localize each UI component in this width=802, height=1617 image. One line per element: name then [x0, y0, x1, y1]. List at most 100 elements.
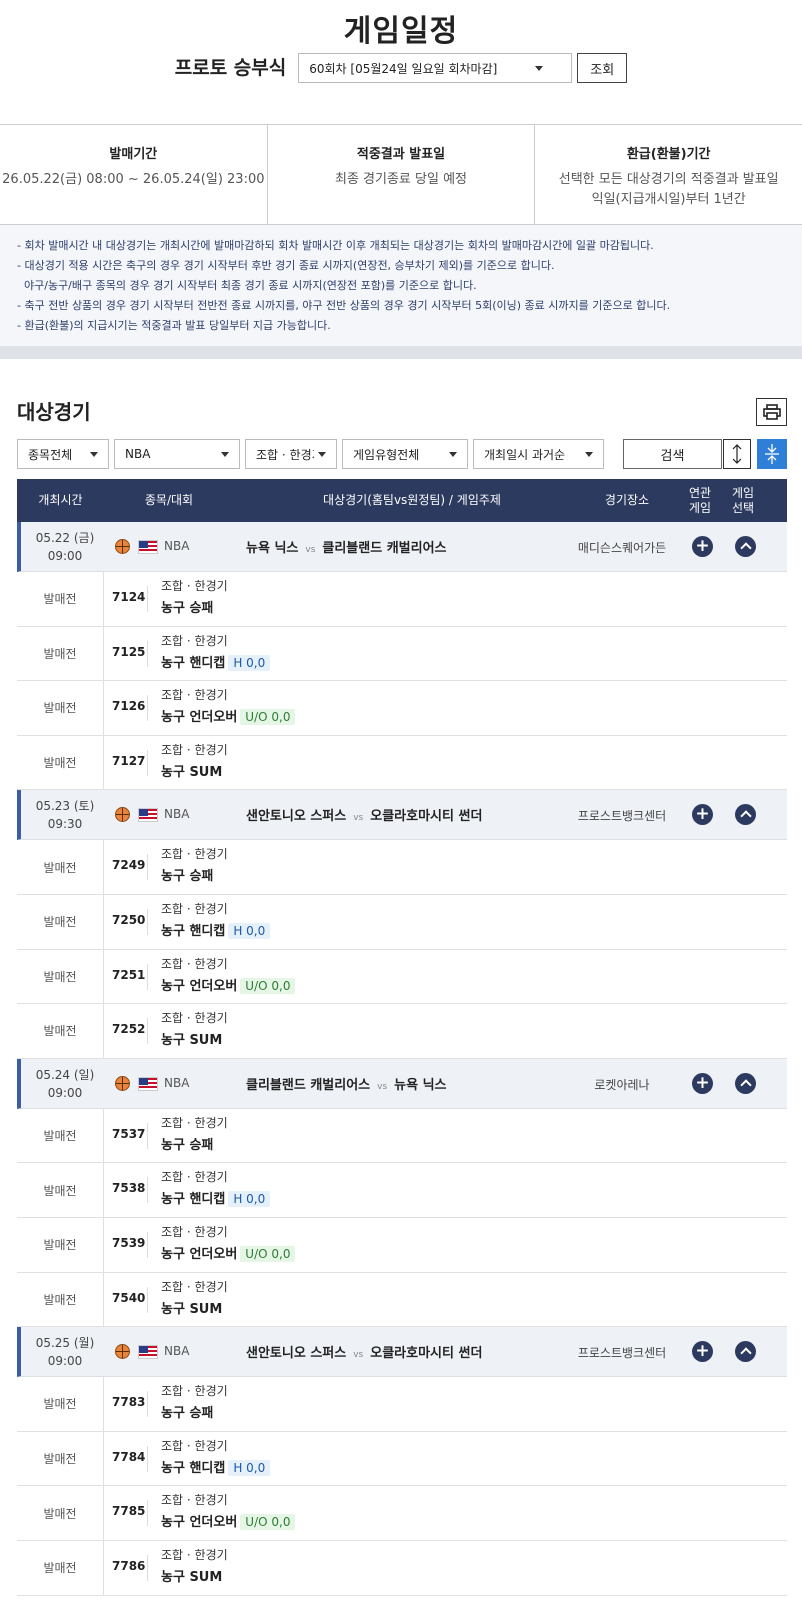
- game-match: 샌안토니오 스퍼스 vs 오클라호마시티 썬더: [246, 805, 482, 824]
- bet-row[interactable]: 발매전 7783 조합 · 한경기 농구 승패: [17, 1377, 787, 1432]
- basketball-icon: [115, 807, 130, 823]
- bet-type: 조합 · 한경기: [161, 901, 228, 916]
- bet-name: 농구 핸디캡: [161, 655, 226, 671]
- search-button[interactable]: 검색: [623, 439, 722, 469]
- game-row[interactable]: 05.22 (금) 09:00 NBA 뉴욕 닉스 vs 클리블랜드 캐벌리어스 매디슨스퀘…: [17, 522, 787, 572]
- vs-label: vs: [305, 545, 316, 555]
- bet-number: 7126: [112, 699, 146, 714]
- game-row[interactable]: 05.23 (토) 09:30 NBA 샌안토니오 스퍼스 vs 오클라호마시티 썬더 프로…: [17, 790, 787, 841]
- related-game-plus-icon[interactable]: +: [692, 1341, 713, 1363]
- lookup-button[interactable]: 조회: [577, 53, 628, 83]
- chevron-up-icon[interactable]: [735, 804, 756, 826]
- notice-box: - 회차 발매시간 내 대상경기는 개최시간에 발매마감하되 회차 발매시간 이…: [0, 225, 802, 346]
- bet-name-wrap: 농구 핸디캡 H 0,0: [161, 1457, 271, 1476]
- bet-divider: [147, 1231, 148, 1258]
- related-game-plus-icon[interactable]: +: [692, 804, 713, 826]
- round-select[interactable]: 60회차 [05월24일 일요일 회차마감]: [298, 53, 573, 83]
- bet-row[interactable]: 발매전 7124 조합 · 한경기 농구 승패: [17, 572, 787, 627]
- vs-label: vs: [353, 1350, 364, 1361]
- expand-all-button[interactable]: [723, 439, 751, 469]
- notice-line: - 축구 전반 상품의 경우 경기 시작부터 전반전 종료 시까지를, 야구 전…: [17, 299, 671, 312]
- game-row[interactable]: 05.24 (일) 09:00 NBA 클리블랜드 캐벌리어스 vs 뉴욕 닉스 로켓아레나…: [17, 1058, 787, 1109]
- bet-number: 7124: [112, 590, 146, 604]
- bet-row[interactable]: 발매전 7249 조합 · 한경기 농구 승패: [17, 840, 787, 895]
- bet-row[interactable]: 발매전 7784 조합 · 한경기 농구 핸디캡 H 0,0: [17, 1431, 787, 1487]
- bet-row[interactable]: 발매전 7127 조합 · 한경기 농구 SUM: [17, 735, 787, 791]
- collapse-all-button[interactable]: [757, 439, 787, 469]
- bet-name-wrap: 농구 핸디캡 H 0,0: [161, 920, 271, 939]
- bet-divider: [147, 1177, 148, 1204]
- bet-row[interactable]: 발매전 7250 조합 · 한경기 농구 핸디캡 H 0,0: [17, 894, 787, 950]
- bet-name-wrap: 농구 언더오버 U/O 0,0: [161, 1511, 296, 1531]
- sport-filter-select[interactable]: 종목전체: [17, 439, 109, 469]
- bet-status: 발매전: [17, 1108, 104, 1163]
- game-type-filter-value: 게임유형전체: [353, 447, 420, 462]
- bet-number: 7252: [112, 1022, 146, 1037]
- bet-row[interactable]: 발매전 7252 조합 · 한경기 농구 SUM: [17, 1004, 787, 1059]
- chevron-up-icon[interactable]: [735, 1072, 756, 1094]
- bet-number: 7539: [112, 1235, 146, 1250]
- bet-row[interactable]: 발매전 7538 조합 · 한경기 농구 핸디캡 H 0,0: [17, 1163, 787, 1218]
- game-time: 09:30: [47, 817, 83, 832]
- bet-name: 농구 승패: [161, 869, 214, 885]
- info-refund-period: 환급(환불)기간 선택한 모든 대상경기의 적중결과 발표일 익일(지급개시일)…: [534, 125, 802, 224]
- bet-row[interactable]: 발매전 7125 조합 · 한경기 농구 핸디캡 H 0,0: [17, 626, 787, 682]
- header-related-line1: 연관: [688, 485, 712, 500]
- bet-row[interactable]: 발매전 7786 조합 · 한경기 농구 SUM: [17, 1540, 787, 1596]
- vs-label: vs: [377, 1081, 388, 1092]
- bet-badge: U/O 0,0: [240, 709, 296, 726]
- bet-row[interactable]: 발매전 7539 조합 · 한경기 농구 언더오버 U/O 0,0: [17, 1217, 787, 1273]
- bet-name: 농구 핸디캡: [161, 1460, 226, 1476]
- game-time: 09:00: [47, 1085, 83, 1100]
- header-related-game: 연관 게임: [680, 479, 720, 522]
- game-date: 05.22 (금): [35, 531, 95, 545]
- away-team: 오클라호마시티 썬더: [370, 809, 483, 825]
- header-select-line1: 게임: [731, 485, 755, 500]
- bet-row[interactable]: 발매전 7126 조합 · 한경기 농구 언더오버 U/O 0,0: [17, 681, 787, 736]
- bet-type: 조합 · 한경기: [161, 579, 228, 593]
- bet-name: 농구 핸디캡: [161, 1192, 226, 1208]
- table-header: 개최시간 종목/대회 대상경기(홈팀vs원정팀) / 게임주제 경기장소 연관 …: [17, 479, 787, 522]
- round-select-value: 60회차 [05월24일 일요일 회차마감]: [309, 61, 498, 76]
- bet-row[interactable]: 발매전 7537 조합 · 한경기 농구 승패: [17, 1108, 787, 1164]
- schedule-table: 개최시간 종목/대회 대상경기(홈팀vs원정팀) / 게임주제 경기장소 연관 …: [17, 479, 787, 1596]
- info-line: 선택한 모든 대상경기의 적중결과 발표일: [558, 172, 779, 187]
- order-filter-select[interactable]: 개최일시 과거순: [473, 439, 604, 469]
- table-body: 05.22 (금) 09:00 NBA 뉴욕 닉스 vs 클리블랜드 캐벌리어스 매디슨스퀘…: [17, 522, 787, 1596]
- bet-badge: H 0,0: [228, 1191, 271, 1208]
- round-selector-row: 프로토 승부식 60회차 [05월24일 일요일 회차마감] 조회: [0, 53, 802, 83]
- bet-type: 조합 · 한경기: [161, 1384, 228, 1399]
- chevron-down-icon: [318, 451, 326, 457]
- print-button[interactable]: [756, 398, 787, 426]
- game-match: 클리블랜드 캐벌리어스 vs 뉴욕 닉스: [246, 1074, 447, 1093]
- bet-row[interactable]: 발매전 7785 조합 · 한경기 농구 언더오버 U/O 0,0: [17, 1486, 787, 1541]
- bet-number: 7783: [112, 1395, 146, 1410]
- header-sport: 종목/대회: [144, 493, 194, 507]
- league-filter-select[interactable]: NBA: [114, 439, 240, 469]
- expand-icon: [732, 444, 742, 464]
- notice-line: - 회차 발매시간 내 대상경기는 개최시간에 발매마감하되 회차 발매시간 이…: [17, 239, 654, 252]
- game-type-filter-select[interactable]: 게임유형전체: [342, 439, 468, 469]
- bet-divider: [147, 1122, 148, 1149]
- bet-row[interactable]: 발매전 7540 조합 · 한경기 농구 SUM: [17, 1272, 787, 1328]
- combo-filter-select[interactable]: 조합 · 한경기: [245, 439, 337, 469]
- related-game-plus-icon[interactable]: +: [692, 536, 713, 557]
- game-league: NBA: [164, 1075, 190, 1090]
- bet-name-wrap: 농구 언더오버 U/O 0,0: [161, 1243, 296, 1262]
- away-team: 오클라호마시티 썬더: [370, 1346, 483, 1362]
- bet-badge: H 0,0: [228, 654, 271, 671]
- bet-status: 발매전: [17, 1377, 104, 1431]
- bet-divider: [147, 908, 148, 935]
- info-line: 익일(지급개시일)부터 1년간: [591, 192, 746, 207]
- chevron-up-icon[interactable]: [735, 1341, 756, 1363]
- bet-number: 7786: [112, 1558, 146, 1573]
- header-game-select: 게임 선택: [723, 479, 763, 522]
- game-row[interactable]: 05.25 (월) 09:00 NBA 샌안토니오 스퍼스 vs 오클라호마시티 썬더 프로…: [17, 1327, 787, 1378]
- bet-badge: U/O 0,0: [240, 1245, 296, 1262]
- section-divider: [0, 346, 802, 359]
- bet-divider: [147, 1554, 148, 1581]
- bet-name-wrap: 농구 SUM: [161, 1298, 222, 1317]
- related-game-plus-icon[interactable]: +: [692, 1072, 713, 1094]
- chevron-up-icon[interactable]: [735, 536, 756, 557]
- bet-row[interactable]: 발매전 7251 조합 · 한경기 농구 언더오버 U/O 0,0: [17, 949, 787, 1005]
